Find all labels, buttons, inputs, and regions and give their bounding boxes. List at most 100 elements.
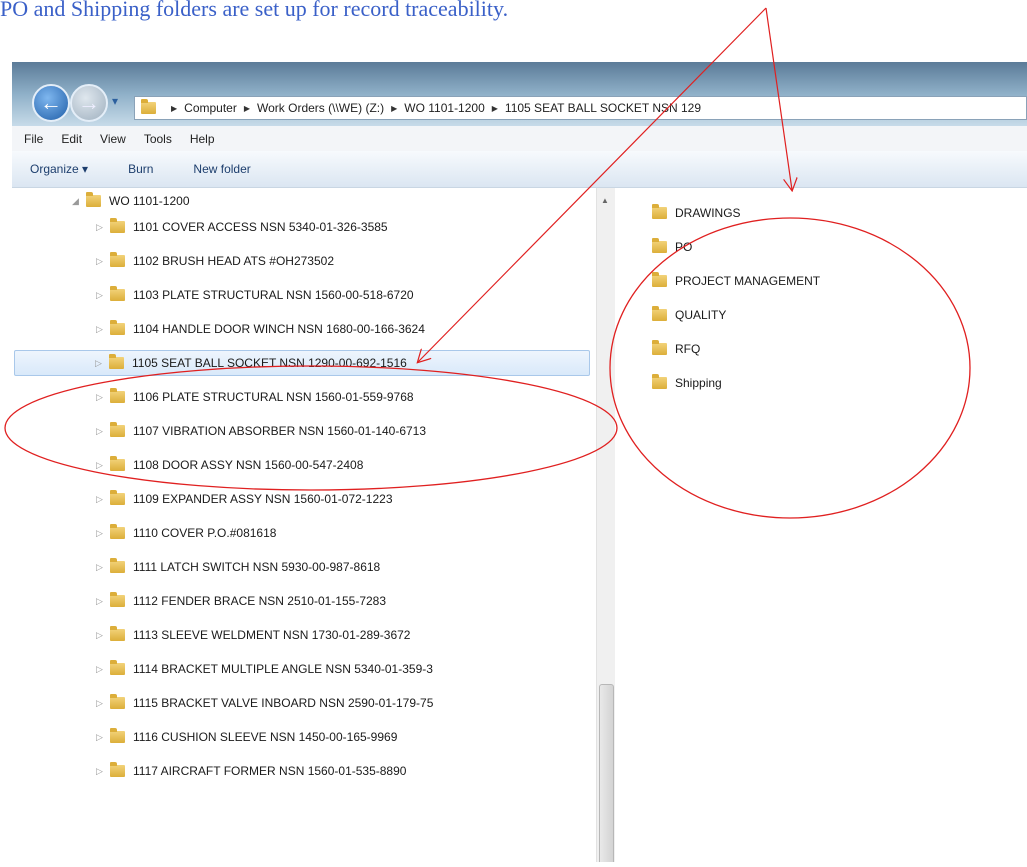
tree-item-label: 1103 PLATE STRUCTURAL NSN 1560-00-518-67… bbox=[133, 288, 414, 302]
tree-item[interactable]: ▷ 1115 BRACKET VALVE INBOARD NSN 2590-01-… bbox=[96, 690, 433, 716]
expand-icon[interactable]: ▷ bbox=[95, 358, 109, 369]
navigation-tree: ◢ WO 1101-1200 ▷ 1101 COVER ACCESS NSN 53… bbox=[12, 188, 594, 862]
menu-file[interactable]: File bbox=[24, 132, 43, 146]
back-button[interactable]: ← bbox=[32, 84, 70, 122]
breadcrumb-separator-icon[interactable]: ▶ bbox=[171, 104, 177, 113]
menu-edit[interactable]: Edit bbox=[61, 132, 82, 146]
tree-item-label: 1115 BRACKET VALVE INBOARD NSN 2590-01-1… bbox=[133, 696, 434, 710]
tree-item[interactable]: ▷ 1108 DOOR ASSY NSN 1560-00-547-2408 bbox=[96, 452, 363, 478]
expand-icon[interactable]: ▷ bbox=[96, 460, 110, 471]
folder-icon bbox=[110, 490, 125, 505]
tree-item-label: 1104 HANDLE DOOR WINCH NSN 1680-00-166-3… bbox=[133, 322, 425, 336]
expand-icon[interactable]: ▷ bbox=[96, 596, 110, 607]
tree-item[interactable]: ▷ 1114 BRACKET MULTIPLE ANGLE NSN 5340-01… bbox=[96, 656, 433, 682]
arrow-right-icon: → bbox=[78, 90, 100, 115]
content-folder-label: DRAWINGS bbox=[675, 206, 741, 220]
tree-item-label: 1107 VIBRATION ABSORBER NSN 1560-01-140-… bbox=[133, 424, 427, 438]
tree-item-selected[interactable]: ▷ 1105 SEAT BALL SOCKET NSN 1290-00-692-1… bbox=[14, 350, 590, 376]
tree-item[interactable]: ▷ 1104 HANDLE DOOR WINCH NSN 1680-00-166-… bbox=[96, 316, 425, 342]
folder-icon bbox=[110, 422, 125, 437]
expand-icon[interactable]: ▷ bbox=[96, 324, 110, 335]
tree-item-label: 1114 BRACKET MULTIPLE ANGLE NSN 5340-01-… bbox=[133, 662, 433, 676]
folder-icon bbox=[652, 306, 667, 321]
expand-icon[interactable]: ▷ bbox=[96, 494, 110, 505]
scrollbar-thumb[interactable] bbox=[599, 684, 614, 862]
tree-item-label: WO 1101-1200 bbox=[109, 194, 190, 208]
tree-item[interactable]: ▷ 1116 CUSHION SLEEVE NSN 1450-00-165-996… bbox=[96, 724, 397, 750]
folder-icon bbox=[652, 272, 667, 287]
breadcrumb-item-wo-range[interactable]: WO 1101-1200 bbox=[404, 101, 485, 115]
breadcrumb-separator-icon[interactable]: ▶ bbox=[391, 104, 397, 113]
tree-item[interactable]: ▷ 1103 PLATE STRUCTURAL NSN 1560-00-518-6… bbox=[96, 282, 414, 308]
tree-item[interactable]: ▷ 1109 EXPANDER ASSY NSN 1560-01-072-1223 bbox=[96, 486, 393, 512]
folder-content-list: DRAWINGS PO PROJECT MANAGEMENT QUALITY RFQ Sh… bbox=[652, 196, 820, 400]
tree-item-label: 1102 BRUSH HEAD ATS #OH273502 bbox=[133, 254, 334, 268]
expand-icon[interactable]: ▷ bbox=[96, 766, 110, 777]
tree-scrollbar[interactable]: ▲ bbox=[596, 188, 615, 862]
expand-icon[interactable]: ▷ bbox=[96, 664, 110, 675]
folder-icon bbox=[110, 456, 125, 471]
folder-icon bbox=[110, 218, 125, 233]
tree-item[interactable]: ▷ 1112 FENDER BRACE NSN 2510-01-155-7283 bbox=[96, 588, 386, 614]
content-folder-item[interactable]: PROJECT MANAGEMENT bbox=[652, 264, 820, 298]
tree-item[interactable]: ▷ 1113 SLEEVE WELDMENT NSN 1730-01-289-36… bbox=[96, 622, 410, 648]
tree-item[interactable]: ▷ 1117 AIRCRAFT FORMER NSN 1560-01-535-88… bbox=[96, 758, 406, 784]
tree-item[interactable]: ▷ 1111 LATCH SWITCH NSN 5930-00-987-8618 bbox=[96, 554, 380, 580]
folder-icon bbox=[110, 694, 125, 709]
expand-icon[interactable]: ▷ bbox=[96, 630, 110, 641]
breadcrumb-item-computer[interactable]: Computer bbox=[184, 101, 237, 115]
folder-icon bbox=[141, 99, 156, 114]
content-folder-item[interactable]: RFQ bbox=[652, 332, 820, 366]
tree-item[interactable]: ▷ 1110 COVER P.O.#081618 bbox=[96, 520, 276, 546]
menu-help[interactable]: Help bbox=[190, 132, 215, 146]
forward-button[interactable]: → bbox=[70, 84, 108, 122]
expand-icon[interactable]: ▷ bbox=[96, 562, 110, 573]
folder-icon bbox=[109, 354, 124, 369]
organize-button[interactable]: Organize ▾ bbox=[30, 162, 88, 176]
tree-item[interactable]: ▷ 1107 VIBRATION ABSORBER NSN 1560-01-140… bbox=[96, 418, 426, 444]
history-dropdown-icon[interactable]: ▾ bbox=[112, 94, 118, 108]
breadcrumb-separator-icon[interactable]: ▶ bbox=[244, 104, 250, 113]
expand-icon[interactable]: ▷ bbox=[96, 698, 110, 709]
content-folder-item[interactable]: PO bbox=[652, 230, 820, 264]
breadcrumb-separator-icon[interactable]: ▶ bbox=[492, 104, 498, 113]
tree-item-label: 1105 SEAT BALL SOCKET NSN 1290-00-692-15… bbox=[132, 356, 407, 370]
explorer-window: ← → ▾ ▶ Computer ▶ Work Orders (\\WE) (Z… bbox=[12, 62, 1027, 862]
breadcrumb-item-drive[interactable]: Work Orders (\\WE) (Z:) bbox=[257, 101, 384, 115]
breadcrumb-item-current[interactable]: 1105 SEAT BALL SOCKET NSN 129 bbox=[505, 101, 701, 115]
content-folder-item[interactable]: Shipping bbox=[652, 366, 820, 400]
burn-button[interactable]: Burn bbox=[128, 162, 153, 176]
folder-icon bbox=[110, 558, 125, 573]
tree-item-parent[interactable]: ◢ WO 1101-1200 bbox=[72, 188, 190, 214]
folder-icon bbox=[110, 592, 125, 607]
folder-icon bbox=[110, 320, 125, 335]
menu-tools[interactable]: Tools bbox=[144, 132, 172, 146]
command-toolbar: Organize ▾ Burn New folder bbox=[12, 151, 1027, 188]
content-folder-item[interactable]: DRAWINGS bbox=[652, 196, 820, 230]
expand-icon[interactable]: ▷ bbox=[96, 256, 110, 267]
expand-icon[interactable]: ▷ bbox=[96, 290, 110, 301]
menu-view[interactable]: View bbox=[100, 132, 126, 146]
content-folder-item[interactable]: QUALITY bbox=[652, 298, 820, 332]
tree-item[interactable]: ▷ 1106 PLATE STRUCTURAL NSN 1560-01-559-9… bbox=[96, 384, 414, 410]
expand-icon[interactable]: ▷ bbox=[96, 528, 110, 539]
folder-icon bbox=[110, 762, 125, 777]
collapse-icon[interactable]: ◢ bbox=[72, 196, 86, 207]
new-folder-button[interactable]: New folder bbox=[193, 162, 250, 176]
tree-item-label: 1113 SLEEVE WELDMENT NSN 1730-01-289-367… bbox=[133, 628, 411, 642]
folder-icon bbox=[652, 238, 667, 253]
expand-icon[interactable]: ▷ bbox=[96, 222, 110, 233]
folder-icon bbox=[110, 388, 125, 403]
expand-icon[interactable]: ▷ bbox=[96, 392, 110, 403]
tree-item-label: 1111 LATCH SWITCH NSN 5930-00-987-8618 bbox=[133, 560, 381, 574]
tree-item-label: 1101 COVER ACCESS NSN 5340-01-326-3585 bbox=[133, 220, 388, 234]
content-folder-label: PO bbox=[675, 240, 693, 254]
expand-icon[interactable]: ▷ bbox=[96, 426, 110, 437]
folder-icon bbox=[110, 660, 125, 675]
folder-icon bbox=[86, 192, 101, 207]
breadcrumb[interactable]: ▶ Computer ▶ Work Orders (\\WE) (Z:) ▶ W… bbox=[134, 96, 1027, 120]
tree-item[interactable]: ▷ 1101 COVER ACCESS NSN 5340-01-326-3585 bbox=[96, 214, 388, 240]
scroll-up-icon[interactable]: ▲ bbox=[601, 196, 609, 205]
tree-item[interactable]: ▷ 1102 BRUSH HEAD ATS #OH273502 bbox=[96, 248, 334, 274]
expand-icon[interactable]: ▷ bbox=[96, 732, 110, 743]
